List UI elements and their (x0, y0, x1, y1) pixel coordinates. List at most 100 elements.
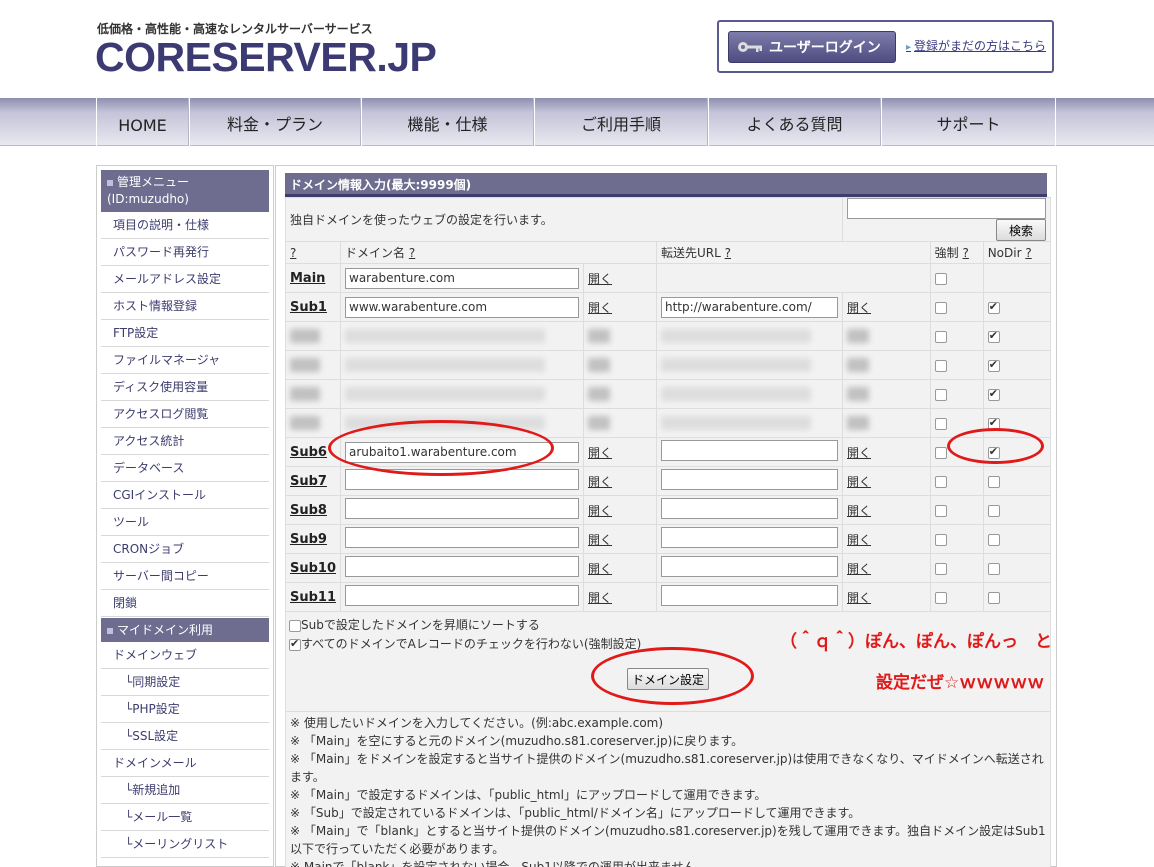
nav-faq[interactable]: よくある質問 (708, 98, 881, 146)
sidebar-item[interactable]: 閉鎖 (101, 590, 269, 617)
open-link[interactable]: 開く (588, 504, 612, 518)
sidebar-item[interactable]: └PHP設定 (101, 696, 269, 723)
force-checkbox[interactable] (934, 533, 947, 546)
help-link[interactable]: ? (963, 246, 969, 260)
sidebar-item[interactable]: CRONジョブ (101, 536, 269, 563)
sidebar-item[interactable]: CGIインストール (101, 482, 269, 509)
sidebar-item[interactable]: メールアドレス設定 (101, 266, 269, 293)
row-label-link[interactable]: Sub1 (290, 300, 327, 315)
domain-input[interactable]: www.warabenture.com (345, 296, 580, 318)
search-input[interactable] (847, 198, 1046, 219)
site-logo[interactable]: CORESERVER.JP (95, 34, 437, 81)
redacted-block (661, 329, 811, 344)
forward-url-input[interactable] (661, 498, 838, 519)
force-checkbox[interactable] (934, 388, 947, 401)
domain-input[interactable] (345, 556, 580, 577)
row-label-link[interactable]: Sub10 (290, 561, 336, 576)
sidebar-item[interactable]: ドメインウェブ (101, 642, 269, 669)
arecord-checkbox[interactable] (289, 637, 301, 651)
forward-url-input[interactable] (661, 556, 838, 577)
row-label-link[interactable]: Sub8 (290, 503, 327, 518)
open-link[interactable]: 開く (847, 301, 871, 315)
row-label-link[interactable]: Main (290, 271, 325, 286)
nodir-checkbox[interactable] (987, 300, 1000, 314)
row-label-link[interactable]: Sub11 (290, 590, 336, 605)
nodir-checkbox[interactable] (987, 329, 1000, 343)
nav-usage-steps[interactable]: ご利用手順 (534, 98, 708, 146)
domain-input[interactable]: warabenture.com (345, 267, 580, 289)
search-button[interactable]: 検索 (995, 219, 1046, 241)
nodir-checkbox[interactable] (987, 591, 1000, 604)
sidebar-item[interactable]: └メール一覧 (101, 804, 269, 831)
open-link[interactable]: 開く (847, 446, 871, 460)
force-checkbox[interactable] (934, 504, 947, 517)
open-link[interactable]: 開く (588, 301, 612, 315)
force-checkbox[interactable] (934, 417, 947, 430)
force-checkbox[interactable] (934, 359, 947, 372)
sidebar-item[interactable]: 項目の説明・仕様 (101, 212, 269, 239)
force-checkbox[interactable] (934, 330, 947, 343)
forward-url-input[interactable] (661, 469, 838, 490)
user-login-button[interactable]: ユーザーログイン (728, 31, 896, 63)
forward-url-input[interactable] (661, 440, 838, 461)
sidebar-item[interactable]: FTP設定 (101, 320, 269, 347)
nodir-checkbox[interactable] (987, 358, 1000, 372)
force-checkbox[interactable] (934, 591, 947, 604)
open-link[interactable]: 開く (847, 562, 871, 576)
sidebar-item[interactable]: データベース (101, 455, 269, 482)
row-label-link[interactable]: Sub6 (290, 445, 327, 460)
sidebar-item[interactable]: アクセス統計 (101, 428, 269, 455)
open-link[interactable]: 開く (588, 533, 612, 547)
force-checkbox[interactable] (934, 562, 947, 575)
help-link[interactable]: ? (290, 246, 296, 260)
sidebar-item[interactable]: ディスク使用容量 (101, 374, 269, 401)
sort-checkbox[interactable] (289, 619, 301, 632)
sidebar-item[interactable]: ツール (101, 509, 269, 536)
sidebar-item[interactable]: パスワード再発行 (101, 239, 269, 266)
domain-input[interactable] (345, 498, 580, 519)
force-checkbox[interactable] (934, 301, 947, 314)
nodir-checkbox[interactable] (987, 533, 1000, 546)
nodir-checkbox[interactable] (987, 562, 1000, 575)
force-checkbox[interactable] (934, 475, 947, 488)
force-checkbox[interactable] (934, 272, 947, 285)
redacted-block (661, 416, 811, 431)
sidebar-item[interactable]: └SSL設定 (101, 723, 269, 750)
sidebar-item[interactable]: └新規追加 (101, 777, 269, 804)
domain-input[interactable] (345, 585, 580, 606)
forward-url-input[interactable] (661, 585, 838, 606)
open-link[interactable]: 開く (847, 533, 871, 547)
nav-home[interactable]: HOME (96, 98, 189, 146)
help-link[interactable]: ? (1025, 246, 1031, 260)
sidebar-item[interactable]: └メーリングリスト (101, 831, 269, 858)
nav-support[interactable]: サポート (881, 98, 1056, 146)
sidebar-item[interactable]: └同期設定 (101, 669, 269, 696)
forward-url-input[interactable]: http://warabenture.com/ (661, 296, 838, 318)
help-link[interactable]: ? (409, 246, 415, 260)
nodir-checkbox[interactable] (987, 504, 1000, 517)
domain-input[interactable] (345, 527, 580, 548)
sidebar-item[interactable]: ホスト情報登録 (101, 293, 269, 320)
help-link[interactable]: ? (725, 246, 731, 260)
nav-features[interactable]: 機能・仕様 (361, 98, 534, 146)
forward-url-input[interactable] (661, 527, 838, 548)
open-link[interactable]: 開く (847, 475, 871, 489)
sidebar-item[interactable]: ドメインメール (101, 750, 269, 777)
sidebar-item[interactable]: アクセスログ閲覧 (101, 401, 269, 428)
row-label-link[interactable]: Sub9 (290, 532, 327, 547)
sidebar-item[interactable]: ファイルマネージャ (101, 347, 269, 374)
sidebar-item[interactable]: サーバー間コピー (101, 563, 269, 590)
open-link[interactable]: 開く (588, 446, 612, 460)
nav-pricing[interactable]: 料金・プラン (189, 98, 361, 146)
open-link[interactable]: 開く (847, 504, 871, 518)
open-link[interactable]: 開く (588, 272, 612, 286)
open-link[interactable]: 開く (588, 562, 612, 576)
row-label-link[interactable]: Sub7 (290, 474, 327, 489)
force-checkbox[interactable] (934, 446, 947, 459)
open-link[interactable]: 開く (588, 591, 612, 605)
nodir-checkbox[interactable] (987, 475, 1000, 488)
register-link[interactable]: 登録がまだの方はこちら (906, 37, 1046, 54)
open-link[interactable]: 開く (847, 591, 871, 605)
nodir-checkbox[interactable] (987, 387, 1000, 401)
open-link[interactable]: 開く (588, 475, 612, 489)
